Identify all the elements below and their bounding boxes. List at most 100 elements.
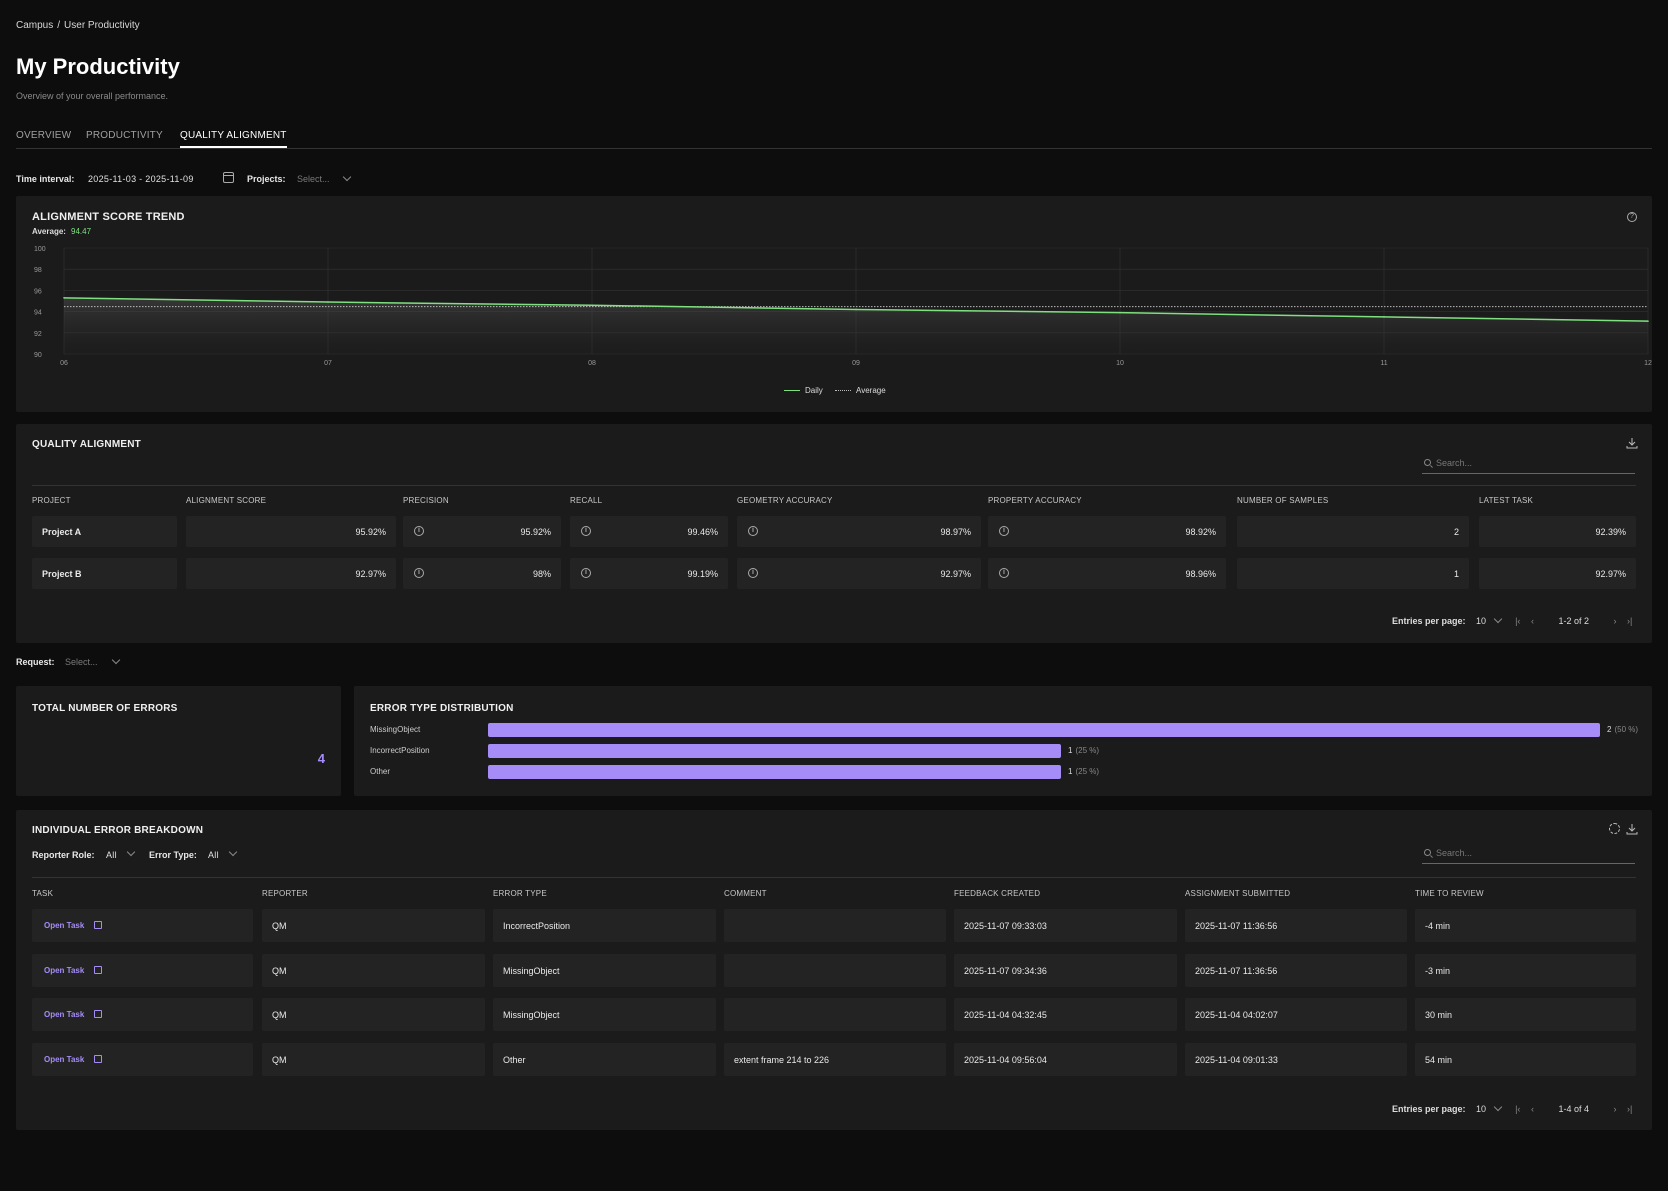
info-icon[interactable]: i	[748, 526, 758, 536]
chevron-down-icon[interactable]	[228, 847, 238, 857]
table-cell: i 98.97%	[737, 516, 981, 547]
info-icon[interactable]: i	[748, 568, 758, 578]
cell-value-property: 98.92%	[1185, 527, 1216, 537]
table-cell[interactable]: Open Task	[32, 953, 253, 987]
table-cell: i 99.46%	[570, 516, 728, 547]
download-icon[interactable]	[1626, 437, 1638, 452]
column-header[interactable]: LATEST TASK	[1479, 496, 1533, 505]
column-header[interactable]: NUMBER OF SAMPLES	[1237, 496, 1328, 505]
table-cell: 2025-11-07 09:34:36	[954, 953, 1177, 987]
page-range: 1-2 of 2	[1558, 616, 1589, 626]
external-link-icon[interactable]	[94, 1054, 102, 1063]
prev-page-icon[interactable]: ‹	[1531, 1104, 1534, 1114]
reporter-role-select[interactable]: All	[106, 850, 117, 860]
external-link-icon[interactable]	[94, 1010, 102, 1018]
last-page-icon[interactable]: ›|	[1627, 1104, 1632, 1114]
column-header[interactable]: ALIGNMENT SCORE	[186, 496, 266, 505]
first-page-icon[interactable]: |‹	[1515, 616, 1520, 626]
table-cell[interactable]: Open Task	[32, 998, 253, 1031]
x-tick-label: 11	[1380, 360, 1387, 367]
last-page-icon[interactable]: ›|	[1627, 616, 1632, 626]
table-cell: 92.97%	[186, 558, 396, 589]
x-tick-label: 08	[588, 360, 596, 367]
table-cell: 1	[1237, 558, 1469, 589]
cell-value-submitted: 2025-11-07 11:36:56	[1195, 921, 1278, 931]
column-header[interactable]: FEEDBACK CREATED	[954, 889, 1040, 898]
column-header[interactable]: REPORTER	[262, 889, 308, 898]
column-header[interactable]: PRECISION	[403, 496, 449, 505]
column-header[interactable]: TASK	[32, 889, 53, 898]
help-icon[interactable]: ?	[1627, 212, 1637, 222]
info-icon[interactable]: i	[999, 568, 1009, 578]
tab-overview[interactable]: OVERVIEW	[16, 130, 71, 148]
quality-pager: Entries per page: 10 |‹ ‹ 1-2 of 2 › ›|	[1392, 614, 1652, 626]
open-task-link[interactable]: Open Task	[44, 1010, 84, 1019]
calendar-icon[interactable]	[223, 172, 234, 183]
distribution-bar	[488, 744, 1061, 758]
cell-value-reporter: QM	[272, 965, 287, 976]
next-page-icon[interactable]: ›	[1614, 1104, 1617, 1114]
column-header[interactable]: PROPERTY ACCURACY	[988, 496, 1082, 505]
table-cell: 2025-11-07 11:36:56	[1185, 953, 1407, 987]
search-icon	[1424, 849, 1431, 856]
quality-search[interactable]	[1422, 458, 1635, 474]
table-cell: 92.39%	[1479, 516, 1636, 547]
daily-point	[591, 304, 593, 307]
info-icon[interactable]: i	[999, 526, 1009, 536]
time-interval-value[interactable]: 2025-11-03 - 2025-11-09	[88, 174, 194, 184]
column-header[interactable]: RECALL	[570, 496, 602, 505]
entries-per-page-select[interactable]: 10	[1476, 616, 1486, 626]
open-task-link[interactable]: Open Task	[44, 966, 84, 975]
request-select[interactable]: Select...	[65, 657, 98, 667]
projects-select[interactable]: Select...	[297, 174, 330, 184]
chevron-down-icon[interactable]	[1493, 1102, 1502, 1112]
download-icon[interactable]	[1626, 823, 1638, 838]
tab-quality-alignment[interactable]: QUALITY ALIGNMENT	[180, 130, 287, 148]
column-header[interactable]: COMMENT	[724, 889, 767, 898]
chevron-down-icon[interactable]	[342, 172, 352, 182]
prev-page-icon[interactable]: ‹	[1531, 616, 1534, 626]
column-header[interactable]: GEOMETRY ACCURACY	[737, 496, 833, 505]
quality-title: QUALITY ALIGNMENT	[32, 439, 141, 450]
external-link-icon[interactable]	[94, 921, 102, 929]
cell-value-project: Project A	[42, 527, 82, 537]
first-page-icon[interactable]: |‹	[1515, 1104, 1520, 1114]
breadcrumb-campus[interactable]: Campus	[16, 20, 53, 31]
breakdown-search[interactable]	[1422, 848, 1635, 864]
column-header[interactable]: PROJECT	[32, 496, 71, 505]
info-icon[interactable]: i	[581, 568, 591, 578]
table-cell: i 95.92%	[403, 516, 561, 547]
y-tick-label: 100	[34, 246, 46, 253]
tab-productivity[interactable]: PRODUCTIVITY	[86, 130, 163, 148]
table-cell: MissingObject	[493, 953, 716, 987]
column-header[interactable]: TIME TO REVIEW	[1415, 889, 1484, 898]
trend-chart: 100 98 96 94 92 90 06 07 08 09 10 11 12	[34, 246, 1652, 367]
info-icon[interactable]: i	[414, 568, 424, 578]
table-cell: 2025-11-07 09:33:03	[954, 909, 1177, 942]
info-icon[interactable]: i	[581, 526, 591, 536]
chevron-down-icon[interactable]	[126, 847, 136, 857]
error-type-select[interactable]: All	[208, 850, 219, 860]
chevron-down-icon[interactable]	[1493, 614, 1502, 624]
quality-search-input[interactable]	[1436, 458, 1616, 468]
entries-per-page-select[interactable]: 10	[1476, 1104, 1486, 1114]
cell-value-samples: 2	[1453, 527, 1459, 537]
column-header[interactable]: ERROR TYPE	[493, 889, 547, 898]
entries-per-page-label: Entries per page:	[1392, 1104, 1466, 1114]
cell-value-review: 54 min	[1425, 1054, 1453, 1065]
cell-value-feedback: 2025-11-04 09:56:04	[964, 1054, 1047, 1065]
chevron-down-icon[interactable]	[111, 655, 121, 665]
settings-icon[interactable]	[1609, 823, 1620, 834]
cell-value-feedback: 2025-11-04 04:32:45	[964, 1010, 1047, 1020]
breakdown-search-input[interactable]	[1436, 848, 1616, 858]
column-header[interactable]: ASSIGNMENT SUBMITTED	[1185, 889, 1290, 898]
table-cell[interactable]: Open Task	[32, 1042, 253, 1076]
info-icon[interactable]: i	[414, 526, 424, 536]
table-cell[interactable]: Open Task	[32, 909, 253, 942]
external-link-icon[interactable]	[94, 965, 102, 974]
next-page-icon[interactable]: ›	[1614, 616, 1617, 626]
open-task-link[interactable]: Open Task	[44, 921, 84, 930]
distribution-label: Other	[370, 767, 391, 776]
cell-value-submitted: 2025-11-04 04:02:07	[1195, 1010, 1278, 1020]
open-task-link[interactable]: Open Task	[44, 1055, 84, 1064]
